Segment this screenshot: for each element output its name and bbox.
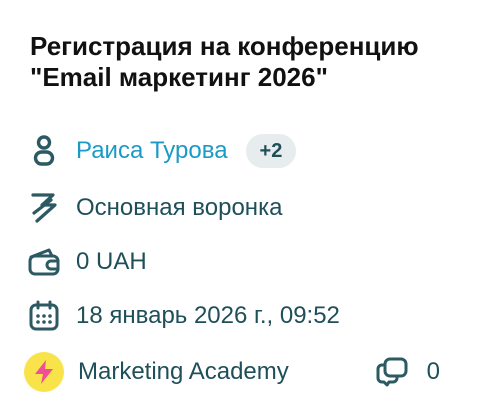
contact-name-link[interactable]: Раиса Турова	[76, 137, 228, 165]
pipeline-row: Основная воронка	[24, 188, 468, 228]
amount-row: 0 UAH	[24, 242, 468, 282]
comments-button[interactable]: 0	[375, 352, 440, 392]
deal-card: Регистрация на конференцию "Email маркет…	[0, 0, 488, 420]
wallet-icon	[24, 242, 64, 282]
owner-name: Marketing Academy	[78, 358, 289, 385]
comments-count: 0	[426, 358, 440, 385]
date-row: 18 январь 2026 г., 09:52	[24, 296, 468, 336]
owner-row: Marketing Academy 0	[24, 352, 468, 392]
pipeline-name: Основная воронка	[76, 194, 283, 221]
funnel-bolt-icon	[24, 188, 64, 228]
extra-contacts-badge[interactable]: +2	[245, 134, 297, 168]
comments-icon	[376, 357, 408, 387]
person-icon	[24, 131, 64, 171]
owner-avatar[interactable]	[24, 352, 64, 392]
contact-row: Раиса Турова +2	[24, 131, 468, 171]
created-date: 18 январь 2026 г., 09:52	[76, 302, 340, 329]
calendar-icon	[24, 296, 64, 336]
amount-value: 0 UAH	[76, 248, 147, 275]
deal-title: Регистрация на конференцию "Email маркет…	[30, 31, 419, 92]
lightning-icon	[35, 360, 53, 384]
